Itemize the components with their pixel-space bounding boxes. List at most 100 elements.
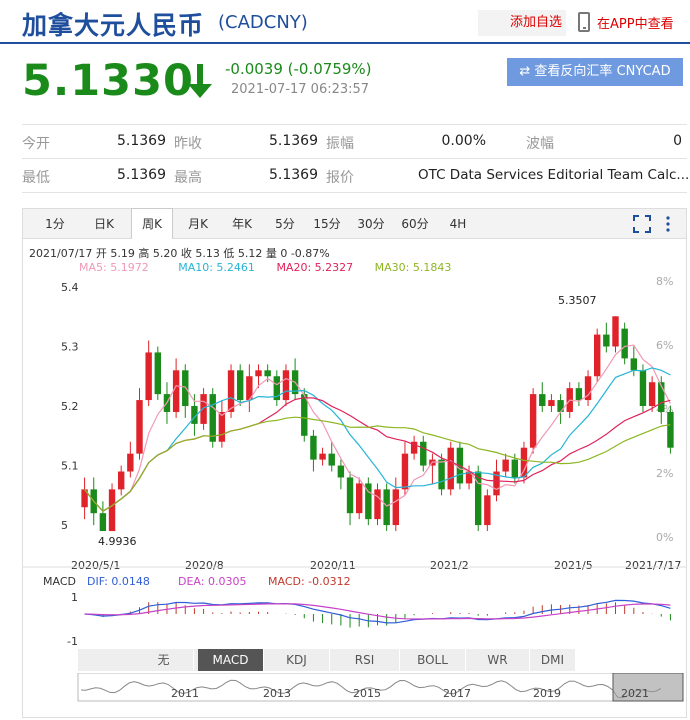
candle-body bbox=[127, 453, 134, 472]
candle-body bbox=[136, 400, 143, 454]
right-tick-label: 8% bbox=[656, 275, 673, 288]
candle-body bbox=[337, 465, 345, 478]
candle-body bbox=[630, 358, 638, 371]
stat-label: 昨收 bbox=[174, 136, 202, 152]
candle-body bbox=[218, 411, 226, 442]
candle-body bbox=[255, 370, 262, 377]
x-tick-label: 2020/8 bbox=[185, 559, 224, 572]
stat-label: 振幅 bbox=[326, 136, 354, 152]
min-price-annotation: 4.9936 bbox=[98, 535, 137, 548]
stat-label: 最低 bbox=[22, 170, 50, 186]
x-tick-label: 2020/11 bbox=[310, 559, 356, 572]
indicator-wr[interactable]: WR bbox=[466, 649, 530, 671]
max-price-annotation: 5.3507 bbox=[558, 294, 597, 307]
macd-dif-label: DIF: 0.0148 bbox=[87, 575, 150, 588]
candle-body bbox=[511, 459, 519, 478]
indicator-boll[interactable]: BOLL bbox=[400, 649, 466, 671]
quote-stats-table: 今开 5.1369 昨收 5.1369 振幅 0.00% 波幅 0 最低 5.1… bbox=[22, 124, 689, 193]
candle-body bbox=[117, 471, 125, 490]
chart-panel: 1分 日K 周K 月K 年K 5分 15分 30分 60分 4H 2021/07… bbox=[22, 208, 687, 718]
candle-body bbox=[355, 483, 363, 514]
indicator-none[interactable]: 无 bbox=[134, 649, 194, 671]
indicator-dmi[interactable]: DMI bbox=[530, 649, 576, 671]
candlestick-chart[interactable]: 55.15.25.35.40%2%4%6%8%2020/5/1 2020/8 202… bbox=[23, 209, 686, 649]
indicator-rsi[interactable]: RSI bbox=[330, 649, 400, 671]
candle-body bbox=[420, 441, 427, 466]
macd-title: MACD bbox=[43, 575, 76, 588]
candle-body bbox=[548, 400, 555, 407]
stat-value: 0.00% bbox=[441, 133, 486, 149]
y-tick-label: 5.2 bbox=[61, 400, 79, 413]
page-header: 加拿大元人民币 (CADCNY) 添加自选 在APP中查看 bbox=[0, 0, 690, 44]
stats-row: 今开 5.1369 昨收 5.1369 振幅 0.00% 波幅 0 bbox=[22, 125, 687, 159]
x-tick-label: 2021/7/17 bbox=[625, 559, 681, 572]
macd-dea-label: DEA: 0.0305 bbox=[178, 575, 246, 588]
reverse-rate-button[interactable]: ⇄ 查看反向汇率 CNYCAD bbox=[507, 58, 683, 86]
candle-body bbox=[593, 334, 601, 377]
indicator-kdj[interactable]: KDJ bbox=[264, 649, 330, 671]
right-tick-label: 6% bbox=[656, 339, 673, 352]
candle-body bbox=[612, 316, 619, 347]
stat-label: 报价 bbox=[326, 170, 354, 186]
candle-body bbox=[182, 370, 189, 407]
down-arrow-icon bbox=[188, 64, 212, 98]
current-price: 5.1330 bbox=[22, 56, 194, 106]
candle-body bbox=[392, 489, 400, 526]
candle-body bbox=[383, 489, 390, 526]
timeline-scrubber[interactable]: 2011 2013 2015 2017 2019 2021 bbox=[23, 673, 686, 717]
stat-value: 5.1369 bbox=[269, 133, 318, 149]
candle-body bbox=[319, 453, 326, 460]
stat-value: 5.1369 bbox=[117, 167, 166, 183]
x-tick-label: 2020/5/1 bbox=[71, 559, 120, 572]
macd-value-label: MACD: -0.0312 bbox=[268, 575, 351, 588]
add-favorite-button[interactable]: 添加自选 bbox=[478, 10, 566, 36]
timeline-year-label: 2021 bbox=[621, 687, 649, 700]
candle-body bbox=[603, 334, 610, 347]
indicator-macd[interactable]: MACD bbox=[198, 649, 264, 671]
candle-body bbox=[154, 352, 162, 395]
candle-body bbox=[310, 435, 317, 460]
stat-label: 最高 bbox=[174, 170, 202, 186]
stat-value: 0 bbox=[673, 133, 682, 149]
candle-body bbox=[639, 370, 647, 407]
candle-body bbox=[539, 394, 546, 407]
candle-body bbox=[145, 352, 152, 401]
page-title: 加拿大元人民币 bbox=[22, 11, 205, 40]
quote-timestamp: 2021-07-17 06:23:57 bbox=[231, 82, 370, 97]
y-tick-label: 5 bbox=[61, 519, 68, 532]
x-tick-label: 2021/2 bbox=[430, 559, 469, 572]
y-tick-label: 5.4 bbox=[61, 281, 79, 294]
candle-body bbox=[621, 328, 628, 359]
candle-body bbox=[227, 370, 235, 412]
symbol-code: (CADCNY) bbox=[218, 12, 308, 33]
candle-body bbox=[484, 495, 491, 526]
timeline-year-label: 2015 bbox=[353, 687, 381, 700]
price-change: -0.0039 (-0.0759%) bbox=[225, 60, 372, 78]
candle-body bbox=[282, 370, 290, 401]
stat-label: 波幅 bbox=[526, 136, 554, 152]
stat-label: 今开 bbox=[22, 136, 50, 152]
candle-body bbox=[502, 459, 509, 472]
stat-value: 5.1369 bbox=[117, 133, 166, 149]
candle-body bbox=[108, 489, 116, 532]
timeline-year-label: 2013 bbox=[263, 687, 291, 700]
candle-body bbox=[438, 459, 445, 490]
stat-value: 5.1369 bbox=[269, 167, 318, 183]
y-tick-label: 5.3 bbox=[61, 340, 79, 353]
candle-body bbox=[209, 394, 216, 442]
candle-body bbox=[557, 400, 564, 412]
macd-tick: 1 bbox=[71, 591, 78, 604]
candle-body bbox=[99, 513, 107, 532]
candle-body bbox=[328, 453, 335, 466]
open-in-app-link[interactable]: 在APP中查看 bbox=[597, 13, 674, 32]
stats-row: 最低 5.1369 最高 5.1369 报价 OTC Data Services… bbox=[22, 159, 689, 193]
candle-body bbox=[575, 388, 583, 401]
candle-body bbox=[264, 370, 271, 377]
timeline-year-label: 2017 bbox=[443, 687, 471, 700]
x-tick-label: 2021/5 bbox=[554, 559, 593, 572]
candle-body bbox=[374, 489, 381, 520]
macd-tick: -1 bbox=[67, 635, 78, 648]
candle-body bbox=[401, 453, 409, 490]
candle-body bbox=[200, 394, 207, 424]
right-tick-label: 0% bbox=[656, 531, 673, 544]
